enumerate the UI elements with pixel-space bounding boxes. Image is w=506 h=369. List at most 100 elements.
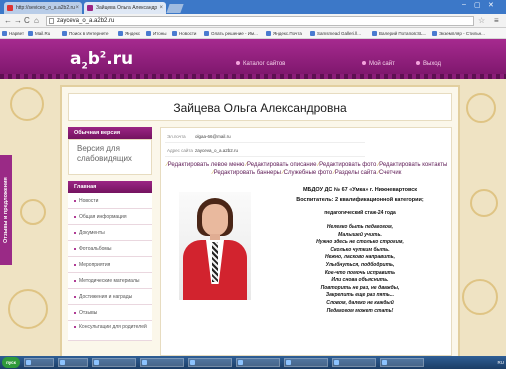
bullet-icon	[74, 247, 76, 250]
page-title: Зайцева Ольга Александровна	[68, 93, 452, 121]
sidebar-item-home[interactable]: Главная	[68, 181, 152, 193]
sidebar-item-news[interactable]: Новости	[68, 193, 152, 209]
bookmark-item[interactable]: Олать решение - Им...	[204, 30, 258, 37]
browser-tab[interactable]: http://seviceo_o_a.a2b2.ru ×	[4, 2, 82, 14]
sidebar-item-methodical[interactable]: Методические материалы	[68, 273, 152, 289]
taskbar-app-button[interactable]	[380, 358, 424, 367]
home-icon[interactable]: ⌂	[34, 16, 39, 26]
bookmark-item[interactable]: Валерий Потапов:SL...	[372, 30, 426, 37]
counter-link[interactable]: ∕Счетчик	[378, 170, 401, 176]
decorative-swirl	[20, 199, 46, 225]
bookmark-icon	[432, 31, 437, 36]
bullet-icon	[74, 311, 76, 314]
edit-description-link[interactable]: ∕Редактировать описание	[246, 162, 316, 168]
sidebar-item-photo-albums[interactable]: Фотоальбомы	[68, 241, 152, 257]
site-address-value[interactable]: zayceva_o_a.a2b2.ru	[195, 148, 238, 153]
close-icon[interactable]: ×	[159, 2, 163, 14]
divider	[165, 156, 365, 157]
sidebar-accessible-version-link[interactable]: Версия для слабовидящих	[68, 139, 152, 175]
back-arrow-icon[interactable]: ←	[4, 16, 12, 26]
poem-line: Сколько чутким быть.	[330, 246, 390, 253]
forward-arrow-icon[interactable]: →	[14, 16, 22, 26]
app-icon	[94, 360, 99, 365]
bookmark-icon	[266, 31, 271, 36]
app-icon	[286, 360, 291, 365]
app-icon	[190, 360, 195, 365]
feedback-side-tab[interactable]: Отзывы и предложения	[0, 155, 12, 265]
sidebar-normal-version[interactable]: Обычная версия	[68, 127, 152, 139]
taskbar: пуск RU	[0, 356, 506, 369]
edit-links: ∕Редактировать левое меню ∕Редактировать…	[165, 161, 449, 177]
sidebar-item-general-info[interactable]: Общая информация	[68, 209, 152, 225]
bookmark-icon	[62, 31, 67, 36]
poem-line: Нужно здесь не столько строгим,	[316, 239, 404, 246]
close-icon[interactable]: ×	[75, 2, 79, 14]
nav-logout-link[interactable]: Выход	[416, 61, 441, 67]
menu-icon[interactable]: ≡	[494, 16, 499, 25]
maximize-button[interactable]: ▢	[474, 1, 481, 9]
address-bar[interactable]: zayceva_o_a.a2b2.ru	[46, 16, 474, 26]
nav-catalog-link[interactable]: Каталог сайтов	[236, 61, 285, 67]
taskbar-app-button[interactable]	[24, 358, 54, 367]
poem-line: Или снова объяснить.	[331, 277, 389, 284]
bookmark-icon	[28, 31, 33, 36]
bookmark-item[interactable]: Samsmead Galleri.ll...	[310, 30, 361, 37]
taskbar-app-button[interactable]	[58, 358, 88, 367]
language-indicator[interactable]: RU	[498, 360, 505, 365]
browser-tab-active[interactable]: Зайцева Ольга Александр ×	[84, 2, 166, 14]
taskbar-app-button[interactable]	[332, 358, 376, 367]
app-icon	[142, 360, 147, 365]
site-address-label: Адрес сайта	[167, 148, 193, 153]
bullet-icon	[416, 61, 420, 66]
bookmark-item[interactable]: Mail.Ru	[28, 30, 50, 37]
edit-banners-link[interactable]: ∕Редактировать баннеры	[213, 170, 281, 176]
bookmark-icon	[372, 31, 377, 36]
minimize-button[interactable]: –	[462, 1, 466, 8]
site-sections-link[interactable]: ∕Разделы сайта	[334, 170, 377, 176]
bookmark-item[interactable]: Экземпляр - Стильн...	[432, 30, 485, 37]
site-logo[interactable]: a2b2.ru	[70, 49, 133, 71]
edit-left-menu-link[interactable]: ∕Редактировать левое меню	[167, 162, 245, 168]
email-value[interactable]: olgaa-66@mail.ru	[195, 134, 231, 139]
bullet-icon	[236, 61, 240, 66]
content-container: Зайцева Ольга Александровна Обычная верс…	[62, 87, 458, 356]
decorative-swirl	[466, 93, 496, 123]
sidebar-item-achievements[interactable]: Достижения и награды	[68, 289, 152, 305]
close-window-button[interactable]: ✕	[488, 1, 494, 9]
taskbar-app-button[interactable]	[140, 358, 184, 367]
new-tab-button[interactable]	[166, 4, 184, 13]
bookmark-item[interactable]: Яндекс.Почта	[266, 30, 302, 37]
sidebar-item-reviews[interactable]: Отзывы	[68, 305, 152, 321]
edit-photo-link[interactable]: ∕Редактировать фото	[318, 162, 376, 168]
service-photos-link[interactable]: ∕Служебные фото	[283, 170, 332, 176]
reload-icon[interactable]: C	[24, 16, 30, 26]
decorative-swirl	[462, 279, 498, 315]
url-text: zayceva_o_a.a2b2.ru	[57, 18, 115, 24]
taskbar-app-button[interactable]	[236, 358, 280, 367]
bookmark-icon	[204, 31, 209, 36]
bullet-icon	[74, 325, 76, 328]
site-header: a2b2.ru Каталог сайтов Мой сайт Выход	[0, 39, 506, 79]
nav-my-site-link[interactable]: Мой сайт	[362, 61, 395, 67]
bullet-icon	[74, 263, 76, 266]
sidebar-item-events[interactable]: Мероприятия	[68, 257, 152, 273]
start-button[interactable]: пуск	[2, 357, 20, 368]
poem-line: Педагогом может стать!	[326, 307, 394, 314]
app-icon	[26, 360, 31, 365]
sidebar-item-documents[interactable]: Документы	[68, 225, 152, 241]
bookmark-item[interactable]: Яндекс	[118, 30, 140, 37]
sidebar-item-consultations[interactable]: Консультации для родителей	[68, 321, 152, 341]
bookmark-item[interactable]: Нарвет	[2, 30, 24, 37]
edit-contacts-link[interactable]: ∕Редактировать контакты	[378, 162, 447, 168]
bookmarks-bar: Нарвет Mail.Ru Поиск в Интернете Яндекс …	[0, 28, 506, 39]
browser-tab-strip: http://seviceo_o_a.a2b2.ru × Зайцева Оль…	[0, 0, 506, 14]
bookmark-item[interactable]: Новости	[172, 30, 196, 37]
taskbar-app-button[interactable]	[284, 358, 328, 367]
profile-photo	[179, 192, 251, 300]
bookmark-star-icon[interactable]: ☆	[478, 16, 485, 25]
profile-description: МБДОУ ДС № 67 «Умка» г. Нижневартовск Во…	[269, 186, 451, 315]
taskbar-app-button[interactable]	[92, 358, 136, 367]
bookmark-item[interactable]: Итоны	[146, 30, 166, 37]
taskbar-app-button[interactable]	[188, 358, 232, 367]
bookmark-item[interactable]: Поиск в Интернете	[62, 30, 108, 37]
